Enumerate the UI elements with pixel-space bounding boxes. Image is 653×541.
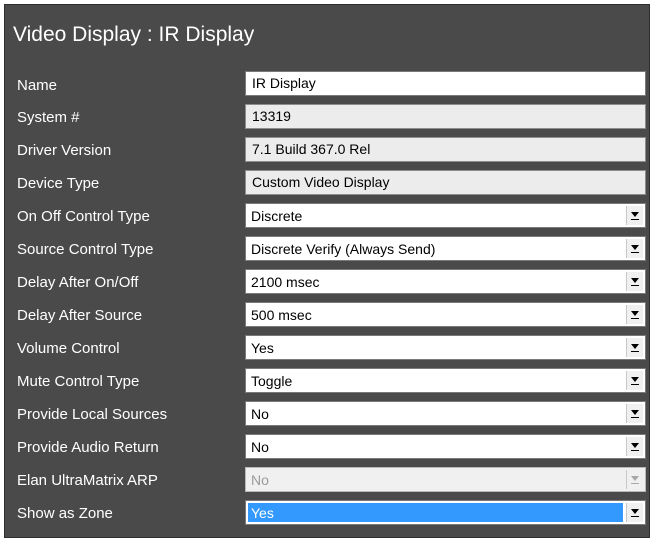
chevron-down-icon [626,470,643,489]
delay-after-source-select[interactable]: 500 msec [245,302,646,327]
delay-after-on-off-value: 2100 msec [251,274,320,290]
mute-control-type-value: Toggle [251,373,293,389]
on-off-control-type-select[interactable]: Discrete [245,203,646,228]
name-input[interactable]: IR Display [245,71,646,96]
label-mute-control-type: Mute Control Type [17,373,140,390]
provide-audio-return-value: No [251,439,269,455]
provide-local-sources-select[interactable]: No [245,401,646,426]
on-off-control-type-value: Discrete [251,208,303,224]
system-number-value: 13319 [252,108,291,124]
provide-audio-return-select[interactable]: No [245,434,646,459]
delay-after-source-value: 500 msec [251,307,312,323]
label-on-off-control-type: On Off Control Type [17,208,150,225]
label-delay-after-source: Delay After Source [17,307,143,324]
chevron-down-icon[interactable] [626,206,643,225]
chevron-down-icon[interactable] [626,404,643,423]
chevron-down-icon[interactable] [626,272,643,291]
driver-version-value: 7.1 Build 367.0 Rel [252,141,371,157]
chevron-down-icon[interactable] [626,371,643,390]
label-source-control-type: Source Control Type [17,241,154,258]
label-name: Name [17,77,58,94]
provide-local-sources-value: No [251,406,269,422]
volume-control-value: Yes [251,340,274,356]
show-as-zone-select[interactable]: Yes [245,500,646,525]
label-volume-control: Volume Control [17,340,120,357]
driver-version-field: 7.1 Build 367.0 Rel [245,137,646,162]
label-device-type: Device Type [17,175,100,192]
label-system-number: System # [17,109,80,126]
label-show-as-zone: Show as Zone [17,505,113,522]
chevron-down-icon[interactable] [626,437,643,456]
label-provide-local-sources: Provide Local Sources [17,406,168,423]
device-type-field: Custom Video Display [245,170,646,195]
label-delay-after-on-off: Delay After On/Off [17,274,139,291]
delay-after-on-off-select[interactable]: 2100 msec [245,269,646,294]
chevron-down-icon[interactable] [626,239,643,258]
label-driver-version: Driver Version [17,142,112,159]
elan-ultramatrix-arp-select: No [245,467,646,492]
properties-panel: Video Display : IR Display Name IR Displ… [4,4,650,538]
system-number-field: 13319 [245,104,646,129]
elan-ultramatrix-arp-value: No [251,472,269,488]
panel-title: Video Display : IR Display [13,23,255,46]
device-type-value: Custom Video Display [252,174,390,190]
chevron-down-icon[interactable] [626,338,643,357]
mute-control-type-select[interactable]: Toggle [245,368,646,393]
volume-control-select[interactable]: Yes [245,335,646,360]
chevron-down-icon[interactable] [626,503,643,522]
selection-highlight [248,503,623,522]
show-as-zone-value: Yes [251,505,274,521]
source-control-type-value: Discrete Verify (Always Send) [251,241,436,257]
label-elan-ultramatrix-arp: Elan UltraMatrix ARP [17,472,158,489]
chevron-down-icon[interactable] [626,305,643,324]
source-control-type-select[interactable]: Discrete Verify (Always Send) [245,236,646,261]
label-provide-audio-return: Provide Audio Return [17,439,159,456]
name-input-value: IR Display [252,75,316,91]
